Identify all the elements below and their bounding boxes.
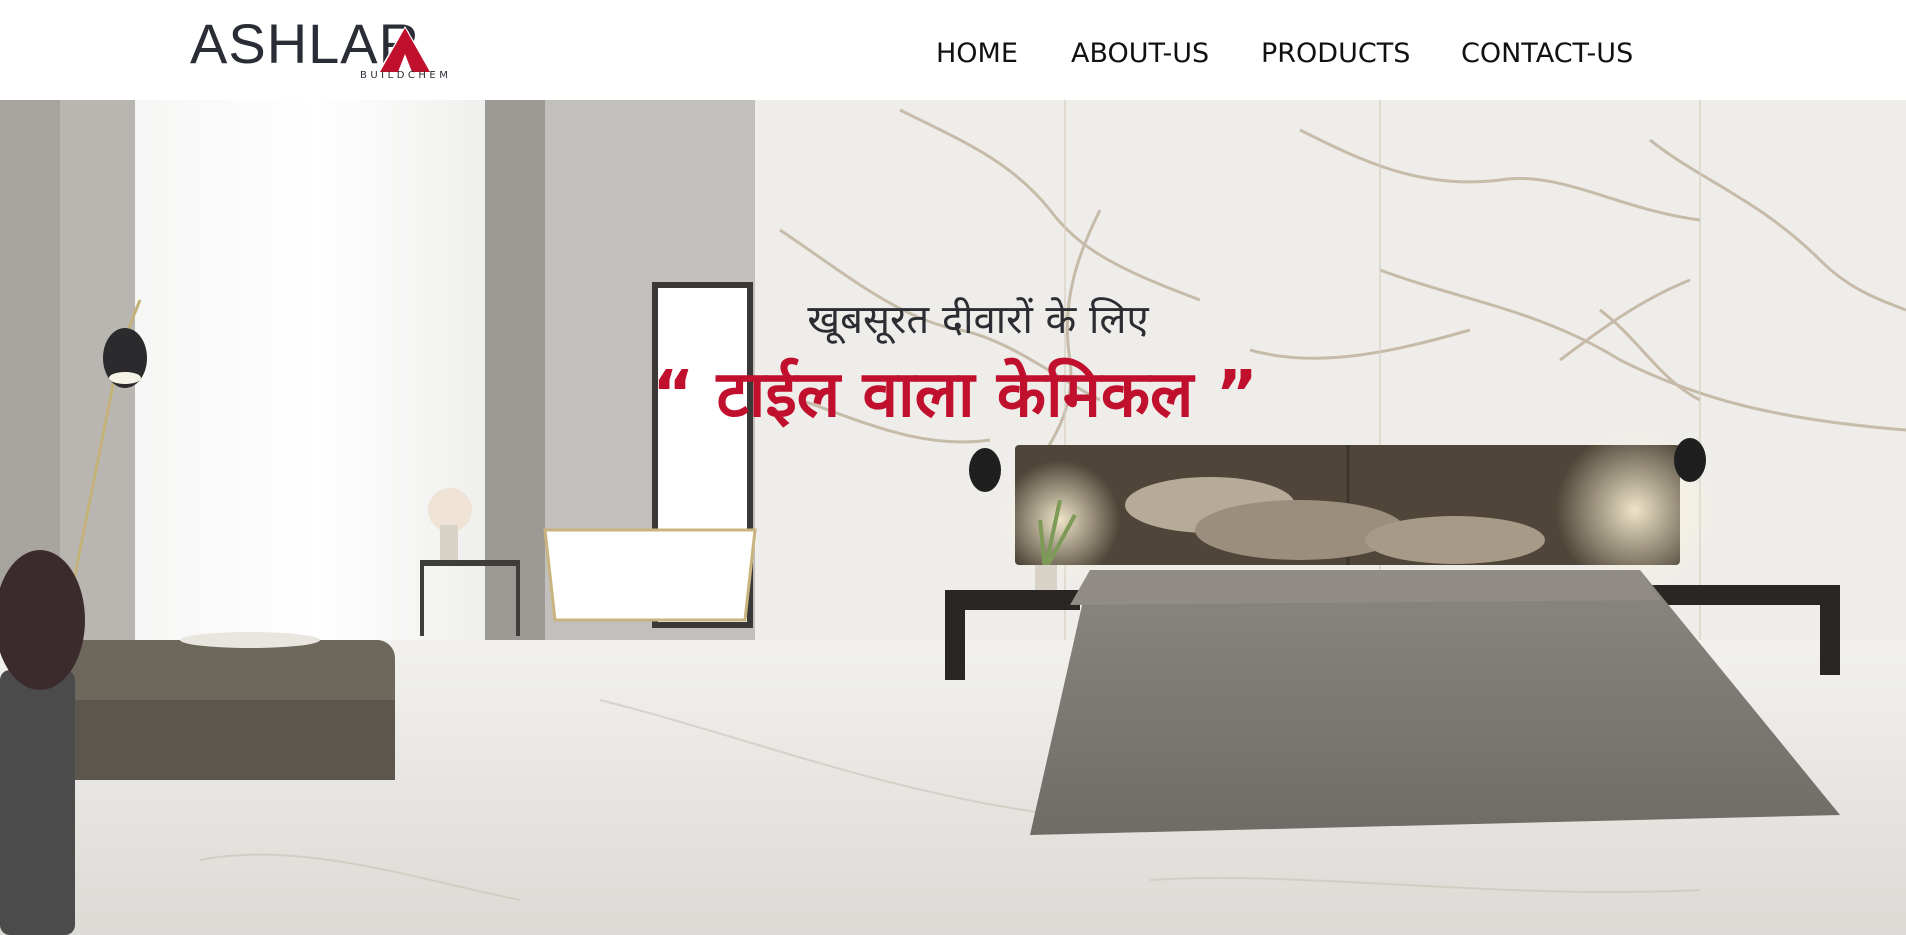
brand-tagline: BUILDCHEM [360, 70, 452, 81]
hero-copy: खूबसूरत दीवारों के लिए “ टाईल वाला केमिक… [0, 100, 1906, 935]
hero-title: “ टाईल वाला केमिकल ” [652, 358, 1258, 432]
logo-triangle-icon [378, 26, 432, 72]
hero-subtitle: खूबसूरत दीवारों के लिए [807, 297, 1149, 343]
nav-home[interactable]: HOME [936, 34, 1018, 74]
site-header: ASHLAR BUILDCHEM HOME ABOUT-US PRODUCTS … [0, 0, 1906, 100]
nav-contact-us[interactable]: CONTACT-US [1461, 34, 1633, 74]
brand-logo[interactable]: ASHLAR BUILDCHEM [190, 16, 480, 88]
nav-about-us[interactable]: ABOUT-US [1071, 34, 1209, 74]
nav-products[interactable]: PRODUCTS [1261, 34, 1410, 74]
hero-banner: खूबसूरत दीवारों के लिए “ टाईल वाला केमिक… [0, 100, 1906, 935]
